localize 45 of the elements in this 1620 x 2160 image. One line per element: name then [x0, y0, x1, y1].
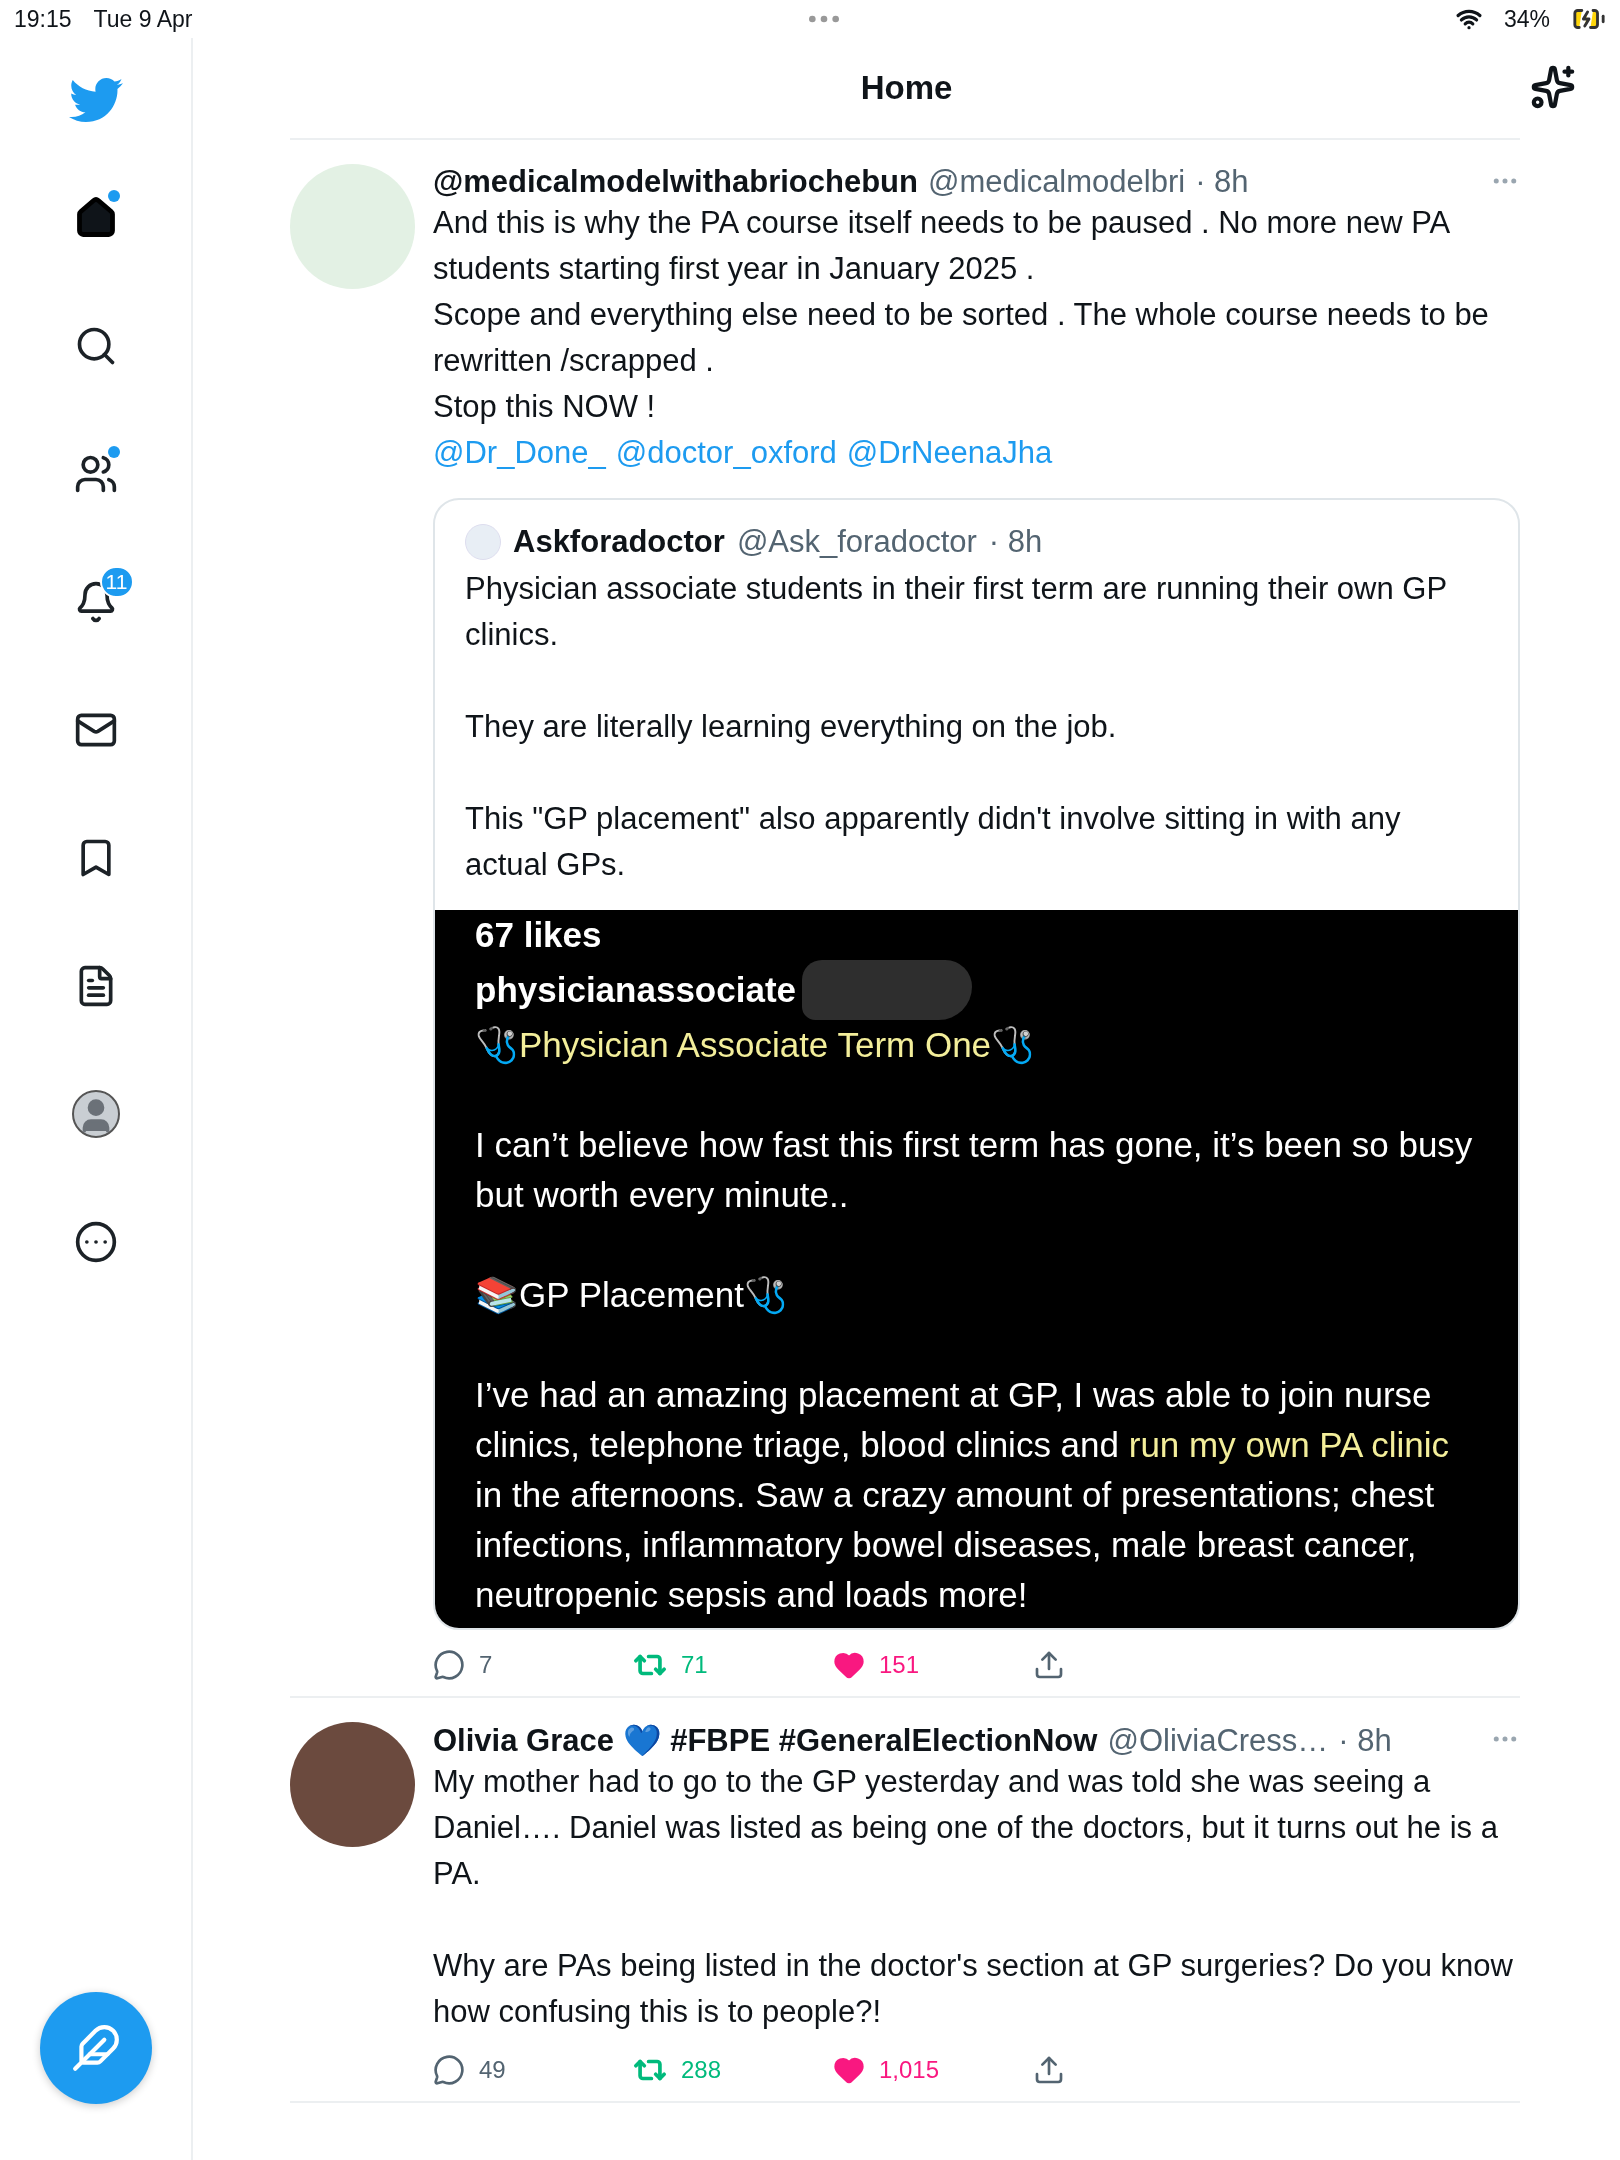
like-button[interactable]: 1,015: [833, 2054, 1033, 2086]
speech-bubble-icon: [433, 1649, 465, 1681]
status-time: 19:15: [14, 5, 72, 33]
retweet-button[interactable]: 71: [633, 1648, 833, 1682]
share-icon: [1033, 2054, 1065, 2086]
author-handle: @OliviaCress…: [1107, 1722, 1329, 1759]
mention-link[interactable]: @DrNeenaJha: [846, 430, 1053, 476]
share-icon: [1033, 1649, 1065, 1681]
tweet-time: · 8h: [1195, 164, 1249, 200]
quoted-tweet-card[interactable]: [433, 498, 1520, 1630]
author-handle: @Ask_foradoctor: [736, 524, 977, 560]
more-icon: [73, 1220, 118, 1264]
reply-button[interactable]: 49: [433, 2054, 633, 2086]
post-caption: 🩺Physician Associate Term One🩺: [475, 1024, 1036, 1067]
tweet-time: · 8h: [988, 524, 1043, 560]
sidebar-nav-button[interactable]: 11: [55, 562, 136, 642]
tweet-time: · 8h: [1338, 1722, 1392, 1759]
status-date: Tue 9 Apr: [93, 5, 193, 33]
quoted-tweet-text: Physician associate students in their first term are running their own GP clinics.: [465, 570, 1448, 654]
feather-icon: [70, 2023, 121, 2073]
battery-percent: 34%: [1503, 5, 1550, 33]
quoted-tweet-text: This "GP placement" also apparently didn't involve sitting in with any actual GPs.: [465, 800, 1402, 884]
avatar-placeholder: [465, 524, 501, 560]
page-title: Home: [860, 69, 953, 107]
profile-avatar-icon: [71, 1090, 120, 1138]
notification-count: 11: [99, 566, 134, 598]
post-username: physicianassociate: [475, 969, 796, 1011]
author-name[interactable]: Olivia Grace 💙 #FBPE #GeneralElectionNow: [433, 1722, 1098, 1759]
tweet-text: And this is why the PA course itself needs to be paused . No more new PA students starting first year in January 2025 . Scope and everything else need to be sorted . The whole course needs to be rewritten /scrapped . Stop this NOW !: [433, 204, 1490, 426]
tweet-text: My mother had to go to the GP yesterday and was told she was seeing a Daniel…. Daniel was listed as being one of the doctors, but it turns out he is a PA. Why are PAs being listed in the doctor's section at GP surgeries? Do you know how confusing this is to people?!: [433, 1763, 1514, 2031]
post-text: I can’t believe how fast this first term has gone, it’s been so busy but worth every minute..: [475, 1124, 1474, 1216]
post-text: I’ve had an amazing placement at GP, I was able to join nurse clinics, telephone triage, blood clinics and run my own PA clinic in the afternoons. Saw a crazy amount of presentations; chest infections, inflammatory bowel diseases, male breast cancer, neutropenic sepsis and loads more!: [475, 1374, 1451, 1616]
author-name: Askforadoctor: [513, 524, 725, 560]
reply-button[interactable]: 7: [433, 1649, 633, 1681]
author-handle: @medicalmodelbri: [927, 164, 1186, 200]
post-text: 📚GP Placement🩺: [475, 1274, 790, 1317]
author-name[interactable]: @medicalmodelwithabriochebun: [433, 164, 918, 200]
compose-button[interactable]: [39, 1992, 152, 2104]
like-button[interactable]: 151: [833, 1649, 1033, 1681]
speech-bubble-icon: [433, 2054, 465, 2086]
mention-link[interactable]: @doctor_oxford: [615, 430, 837, 476]
quoted-tweet-text: They are literally learning everything on the job.: [465, 708, 1118, 746]
retweet-button[interactable]: 288: [633, 2053, 833, 2087]
mention-link[interactable]: @Dr_Done_: [433, 430, 606, 476]
likes-count: 67 likes: [475, 914, 603, 956]
